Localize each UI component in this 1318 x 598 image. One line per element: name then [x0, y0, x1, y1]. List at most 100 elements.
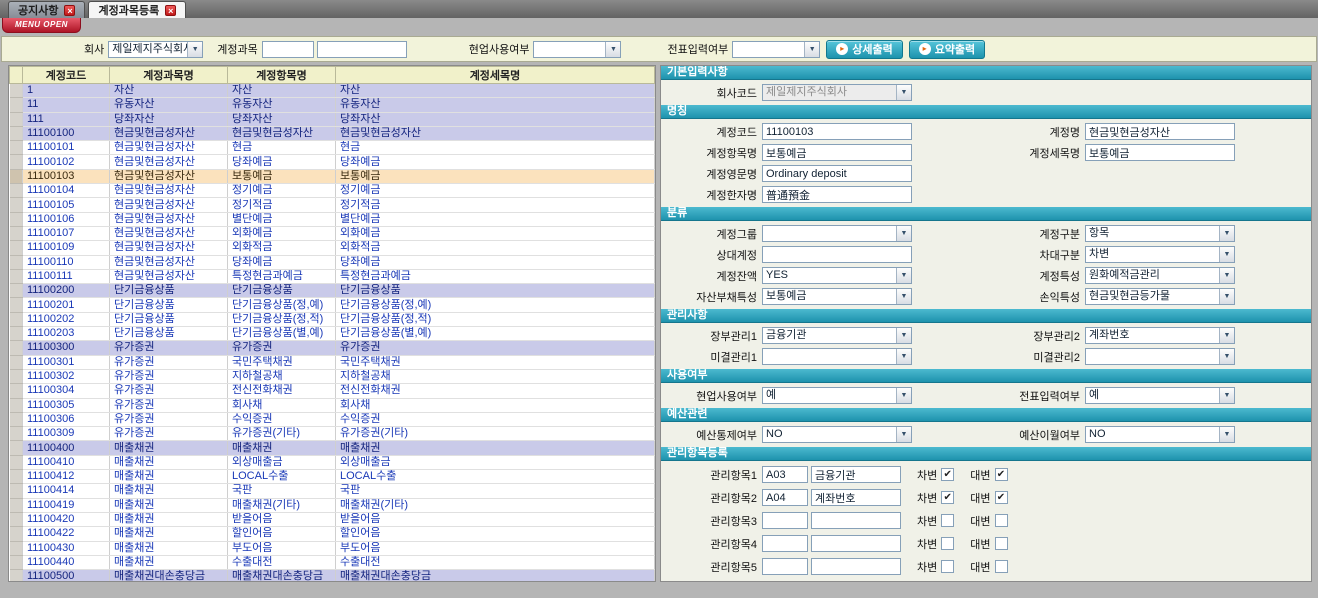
credit-checkbox[interactable] — [995, 537, 1008, 550]
row-selector[interactable] — [10, 284, 23, 298]
english-name-input[interactable] — [762, 165, 912, 182]
row-selector[interactable] — [10, 384, 23, 398]
table-row[interactable]: 11100105현금및현금성자산정기적금정기적금 — [10, 198, 655, 212]
table-row[interactable]: 11100101현금및현금성자산현금현금 — [10, 141, 655, 155]
field-use-select[interactable]: 예 ▼ — [762, 387, 912, 404]
table-row[interactable]: 11100420매출채권받을어음받을어음 — [10, 512, 655, 526]
row-selector[interactable] — [10, 327, 23, 341]
row-selector[interactable] — [10, 312, 23, 326]
table-row[interactable]: 11100106현금및현금성자산별단예금별단예금 — [10, 212, 655, 226]
table-row[interactable]: 11100111현금및현금성자산특정현금과예금특정현금과예금 — [10, 269, 655, 283]
table-row[interactable]: 11100301유가증권국민주택채권국민주택채권 — [10, 355, 655, 369]
mgmt-item-code-input[interactable] — [762, 466, 808, 483]
table-row[interactable]: 11100400매출채권매출채권매출채권 — [10, 441, 655, 455]
table-row[interactable]: 11100203단기금융상품단기금융상품(별,예)단기금융상품(별,예) — [10, 327, 655, 341]
row-selector[interactable] — [10, 484, 23, 498]
detail-name-input[interactable] — [1085, 144, 1235, 161]
table-row[interactable]: 11100102현금및현금성자산당좌예금당좌예금 — [10, 155, 655, 169]
mgmt-item-name-input[interactable] — [811, 535, 901, 552]
account-group-select[interactable]: ▼ — [762, 225, 912, 242]
account-name-search-input[interactable] — [317, 41, 407, 58]
table-row[interactable]: 11100109현금및현금성자산외화적금외화적금 — [10, 241, 655, 255]
debit-checkbox[interactable] — [941, 514, 954, 527]
table-row[interactable]: 11100110현금및현금성자산당좌예금당좌예금 — [10, 255, 655, 269]
table-row[interactable]: 11100104현금및현금성자산정기예금정기예금 — [10, 184, 655, 198]
row-selector[interactable] — [10, 198, 23, 212]
row-selector[interactable] — [10, 570, 23, 582]
row-selector[interactable] — [10, 298, 23, 312]
row-selector[interactable] — [10, 84, 23, 98]
tab-close-icon[interactable]: × — [165, 5, 176, 16]
credit-checkbox[interactable] — [995, 514, 1008, 527]
table-row[interactable]: 11100306유가증권수익증권수익증권 — [10, 412, 655, 426]
credit-checkbox[interactable]: ✔ — [995, 468, 1008, 481]
row-selector[interactable] — [10, 212, 23, 226]
account-code-input[interactable] — [762, 123, 912, 140]
mgmt-item-name-input[interactable] — [811, 581, 901, 582]
table-row[interactable]: 11100300유가증권유가증권유가증권 — [10, 341, 655, 355]
slip-use-select[interactable]: 예 ▼ — [1085, 387, 1235, 404]
row-selector[interactable] — [10, 527, 23, 541]
table-row[interactable]: 11100103현금및현금성자산보통예금보통예금 — [10, 169, 655, 183]
hanja-name-input[interactable] — [762, 186, 912, 203]
row-selector[interactable] — [10, 555, 23, 569]
debit-checkbox[interactable]: ✔ — [941, 491, 954, 504]
credit-checkbox[interactable]: ✔ — [995, 491, 1008, 504]
row-selector[interactable] — [10, 470, 23, 484]
table-row[interactable]: 11100414매출채권국판국판 — [10, 484, 655, 498]
row-selector[interactable] — [10, 98, 23, 112]
table-row[interactable]: 11100305유가증권회사채회사채 — [10, 398, 655, 412]
field-use-filter-select[interactable]: ▼ — [533, 41, 621, 58]
mgmt-item-code-input[interactable] — [762, 535, 808, 552]
mgmt-item-name-input[interactable] — [811, 512, 901, 529]
row-selector[interactable] — [10, 512, 23, 526]
table-row[interactable]: 11100430매출채권부도어음부도어음 — [10, 541, 655, 555]
row-selector[interactable] — [10, 341, 23, 355]
row-selector[interactable] — [10, 369, 23, 383]
pending2-select[interactable]: ▼ — [1085, 348, 1235, 365]
debit-credit-select[interactable]: 차변 ▼ — [1085, 246, 1235, 263]
debit-checkbox[interactable] — [941, 537, 954, 550]
row-selector[interactable] — [10, 169, 23, 183]
row-selector[interactable] — [10, 455, 23, 469]
row-selector[interactable] — [10, 269, 23, 283]
mgmt-item-name-input[interactable] — [811, 489, 901, 506]
table-row[interactable]: 11100309유가증권유가증권(기타)유가증권(기타) — [10, 427, 655, 441]
row-selector[interactable] — [10, 184, 23, 198]
row-selector[interactable] — [10, 355, 23, 369]
table-row[interactable]: 11100419매출채권매출채권(기타)매출채권(기타) — [10, 498, 655, 512]
item-name-input[interactable] — [762, 144, 912, 161]
table-row[interactable]: 11100410매출채권외상매출금외상매출금 — [10, 455, 655, 469]
credit-checkbox[interactable] — [995, 560, 1008, 573]
tab-close-icon[interactable]: × — [64, 5, 75, 16]
row-selector[interactable] — [10, 398, 23, 412]
table-row[interactable]: 11100500매출채권대손충당금매출채권대손충당금매출채권대손충당금 — [10, 570, 655, 582]
account-balance-select[interactable]: YES ▼ — [762, 267, 912, 284]
row-selector[interactable] — [10, 141, 23, 155]
table-row[interactable]: 11100200단기금융상품단기금융상품단기금융상품 — [10, 284, 655, 298]
debit-checkbox[interactable]: ✔ — [941, 468, 954, 481]
budget-carryover-select[interactable]: NO ▼ — [1085, 426, 1235, 443]
row-selector[interactable] — [10, 498, 23, 512]
table-row[interactable]: 11유동자산유동자산유동자산 — [10, 98, 655, 112]
menu-open-button[interactable]: MENU OPEN — [2, 18, 81, 33]
table-row[interactable]: 111당좌자산당좌자산당좌자산 — [10, 112, 655, 126]
mgmt-item-name-input[interactable] — [811, 466, 901, 483]
mgmt-item-code-input[interactable] — [762, 558, 808, 575]
pending1-select[interactable]: ▼ — [762, 348, 912, 365]
asset-trait-select[interactable]: 보통예금 ▼ — [762, 288, 912, 305]
summary-print-button[interactable]: ▸ 요약출력 — [909, 40, 985, 59]
tab-account-registration[interactable]: 계정과목등록 × — [88, 1, 186, 18]
table-row[interactable]: 11100440매출채권수출대전수출대전 — [10, 555, 655, 569]
pl-trait-select[interactable]: 현금및현금등가물 ▼ — [1085, 288, 1235, 305]
account-trait-select[interactable]: 원화예적금관리 ▼ — [1085, 267, 1235, 284]
table-row[interactable]: 11100302유가증권지하철공채지하철공채 — [10, 369, 655, 383]
tab-notice[interactable]: 공지사항 × — [8, 1, 85, 18]
row-selector[interactable] — [10, 412, 23, 426]
budget-control-select[interactable]: NO ▼ — [762, 426, 912, 443]
row-selector[interactable] — [10, 441, 23, 455]
ledger2-select[interactable]: 계좌번호 ▼ — [1085, 327, 1235, 344]
table-row[interactable]: 11100202단기금융상품단기금융상품(정,적)단기금융상품(정,적) — [10, 312, 655, 326]
table-row[interactable]: 11100100현금및현금성자산현금및현금성자산현금및현금성자산 — [10, 126, 655, 140]
table-row[interactable]: 11100107현금및현금성자산외화예금외화예금 — [10, 226, 655, 240]
